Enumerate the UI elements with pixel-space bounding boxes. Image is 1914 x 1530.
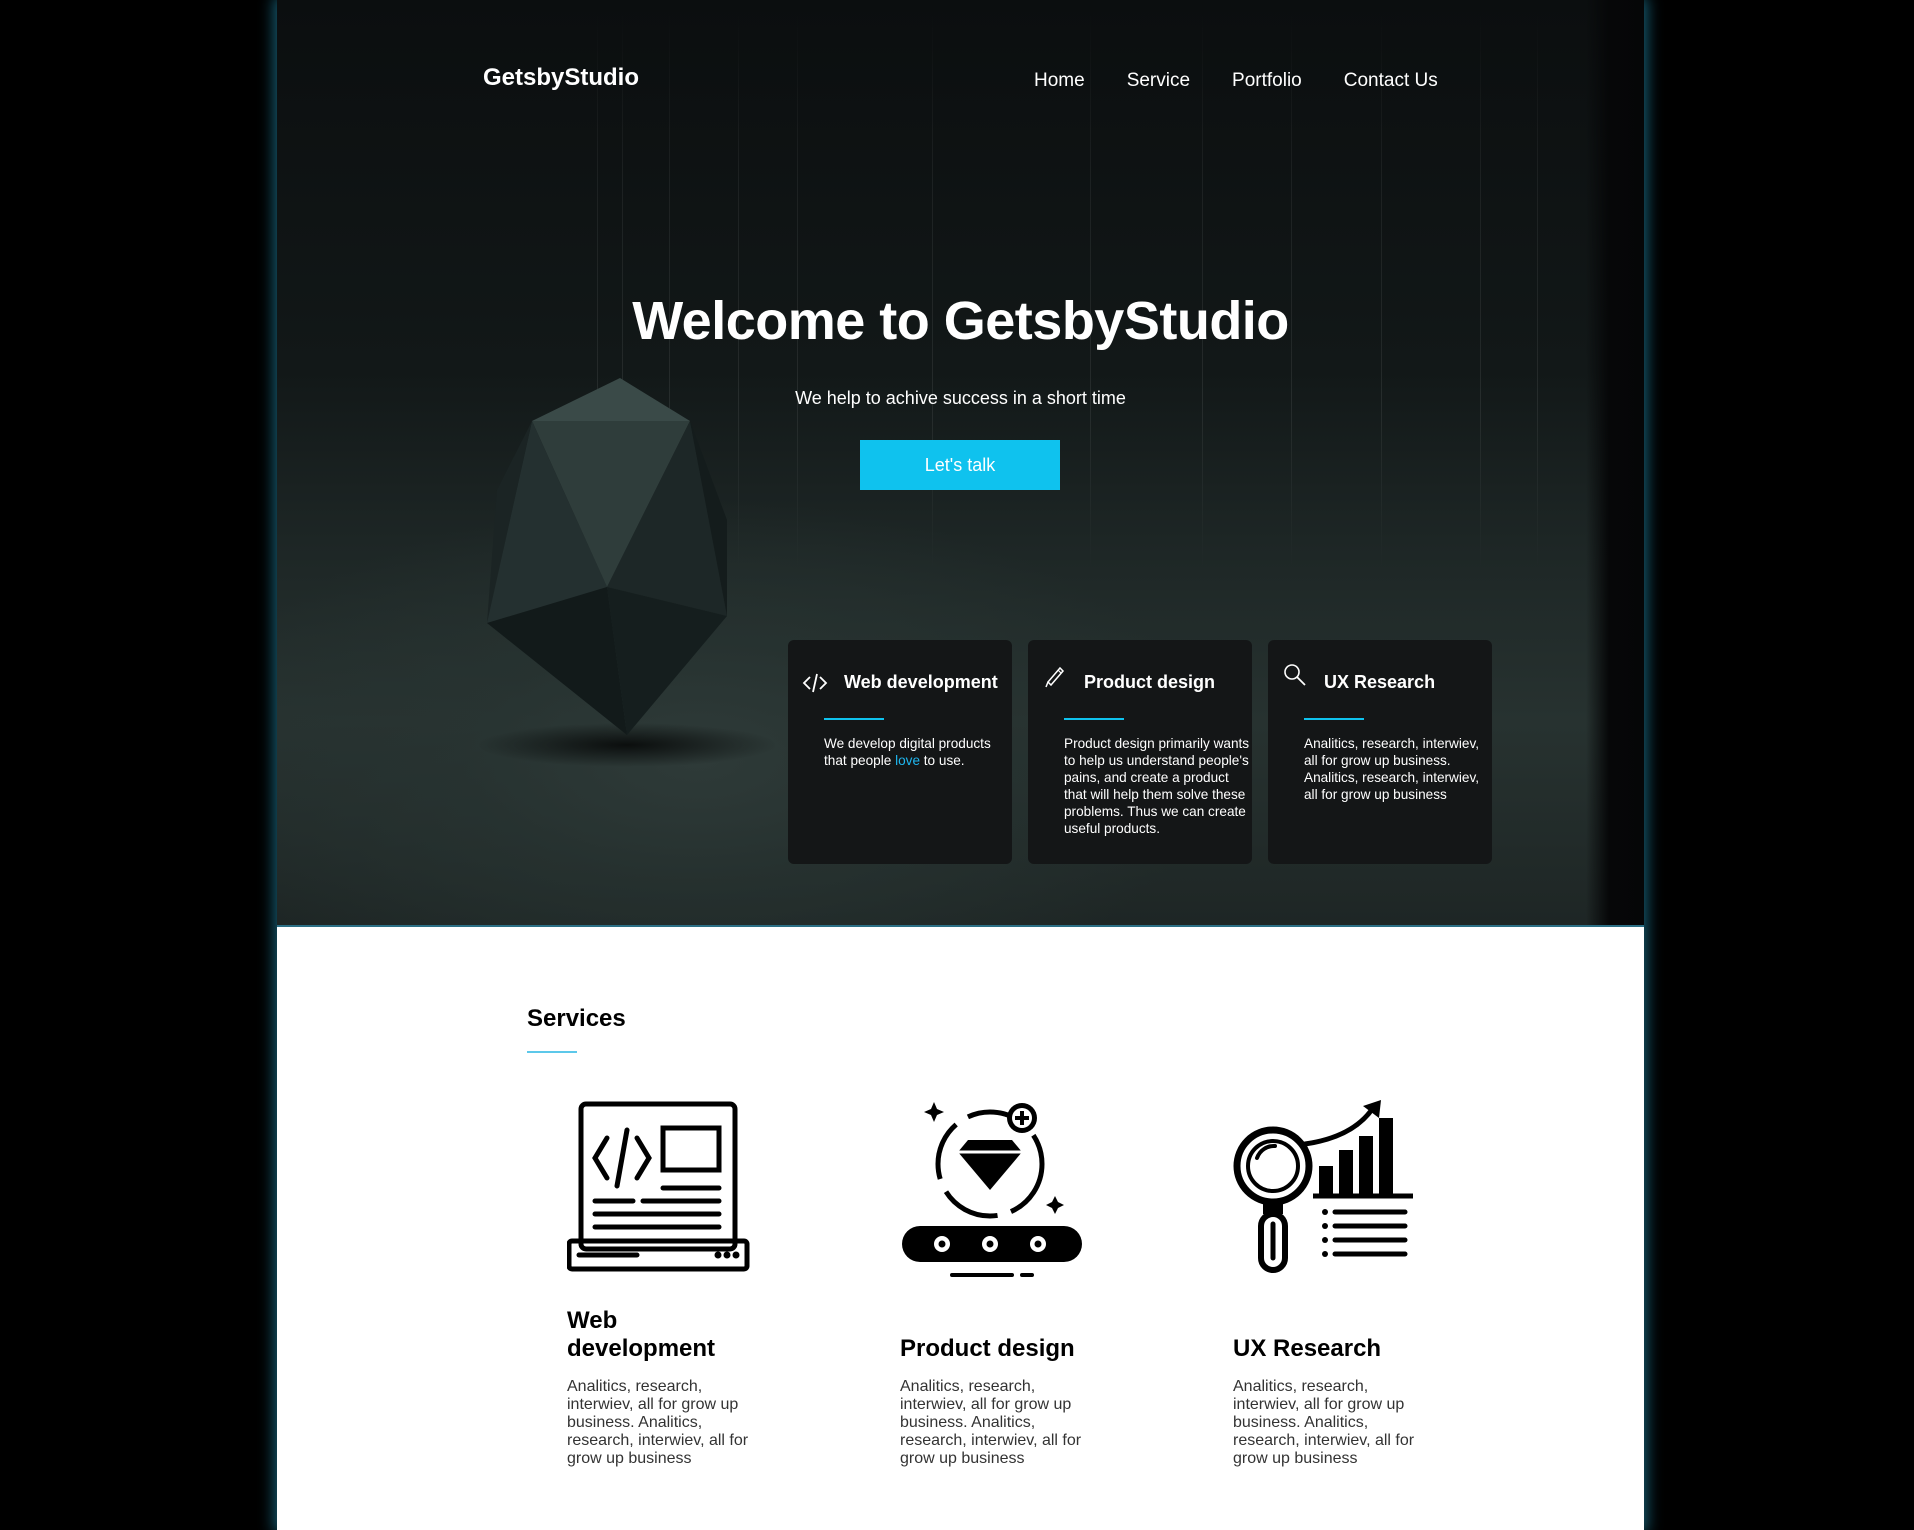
service-text: Analitics, research, interwiev, all for …: [1233, 1378, 1415, 1467]
card-divider: [1304, 718, 1364, 720]
feature-card-ux-research[interactable]: UX Research Analitics, research, interwi…: [1268, 640, 1492, 864]
pencil-icon: [1045, 666, 1065, 688]
hero-section: GetsbyStudio Home Service Portfolio Cont…: [277, 0, 1644, 927]
ux-research-icon: [1233, 1100, 1413, 1273]
service-web-development: Web development Analitics, research, int…: [567, 1100, 767, 1467]
hero-title-brand: GetsbyStudio: [943, 291, 1290, 351]
service-title: UX Research: [1233, 1335, 1382, 1362]
feature-card-title: Web development: [844, 671, 998, 692]
feature-card-title: UX Research: [1324, 671, 1436, 692]
services-underline: [527, 1051, 577, 1053]
service-title: Web development: [567, 1307, 716, 1362]
brand-logo[interactable]: GetsbyStudio: [483, 64, 639, 92]
service-text: Analitics, research, interwiev, all for …: [900, 1378, 1082, 1467]
hero-title: Welcome to GetsbyStudio: [277, 290, 1644, 352]
code-icon: [802, 673, 828, 693]
search-icon: [1284, 664, 1306, 686]
nav-service[interactable]: Service: [1127, 70, 1190, 92]
feature-card-text: Product design primarily wants to help u…: [1064, 736, 1250, 836]
hero-edge-shade: [1586, 0, 1644, 925]
feature-card-text: Analitics, research, interwiev, all for …: [1304, 736, 1480, 802]
nav-portfolio[interactable]: Portfolio: [1232, 70, 1302, 92]
card-divider: [1064, 718, 1124, 720]
service-text: Analitics, research, interwiev, all for …: [567, 1378, 749, 1467]
love-link[interactable]: love: [895, 753, 920, 768]
web-development-icon: [567, 1101, 750, 1272]
hero-subtitle: We help to achive success in a short tim…: [795, 388, 1126, 408]
page: GetsbyStudio Home Service Portfolio Cont…: [277, 0, 1644, 1530]
feature-cards: Web development We develop digital produ…: [788, 640, 1492, 864]
service-ux-research: UX Research Analitics, research, interwi…: [1233, 1100, 1433, 1467]
service-title: Product design: [900, 1335, 1075, 1362]
lets-talk-button[interactable]: Let's talk: [860, 440, 1060, 490]
card-text-after: to use.: [920, 753, 965, 768]
main-nav: Home Service Portfolio Contact Us: [1034, 70, 1480, 92]
service-product-design: Product design Analitics, research, inte…: [900, 1100, 1100, 1467]
feature-card-title: Product design: [1084, 671, 1216, 692]
icosahedron-illustration: [477, 378, 777, 767]
hero-title-prefix: Welcome to: [632, 291, 944, 351]
feature-card-product-design[interactable]: Product design Product design primarily …: [1028, 640, 1252, 864]
feature-card-web-development[interactable]: Web development We develop digital produ…: [788, 640, 1012, 864]
nav-contact-us[interactable]: Contact Us: [1344, 70, 1438, 92]
product-design-icon: [902, 1102, 1082, 1277]
card-divider: [824, 718, 884, 720]
services-title: Services: [527, 1005, 626, 1032]
feature-card-text: We develop digital products that people …: [824, 735, 1010, 769]
nav-home[interactable]: Home: [1034, 70, 1085, 92]
